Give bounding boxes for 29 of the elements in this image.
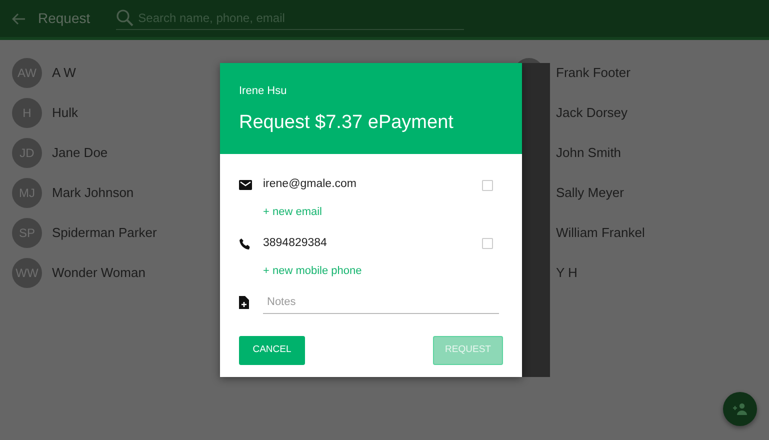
email-icon — [239, 180, 252, 190]
checkbox[interactable] — [482, 238, 493, 249]
contact-name[interactable]: Jane Doe — [52, 143, 108, 163]
contact-name[interactable]: Frank Footer — [556, 63, 630, 83]
contact-name[interactable]: A W — [52, 63, 76, 83]
contact-name[interactable]: Mark Johnson — [52, 183, 134, 203]
checkbox[interactable] — [482, 180, 493, 190]
add-link[interactable]: + new mobile phone — [263, 262, 362, 279]
dialog-title: Request $7.37 ePayment — [239, 110, 454, 134]
contact-name[interactable]: Sally Meyer — [556, 183, 624, 203]
contact-name[interactable]: William Frankel — [556, 223, 645, 243]
phone-icon — [239, 238, 251, 250]
search-icon — [116, 9, 134, 27]
add-link[interactable]: + new email — [263, 204, 322, 220]
phone-number: 3894829384 — [263, 236, 328, 251]
contact-name[interactable]: John Smith — [556, 143, 622, 163]
note-add-icon — [239, 296, 249, 310]
add-contact-button[interactable] — [723, 392, 757, 426]
contact-name[interactable]: Wonder Woman — [52, 263, 146, 283]
contact-name: Irene Hsu — [239, 84, 288, 99]
contact-name[interactable]: Jack Dorsey — [556, 103, 628, 123]
back-icon[interactable] — [12, 12, 26, 24]
contact-name[interactable]: Y H — [556, 263, 578, 283]
email-address: irene@gmale.com — [263, 177, 358, 192]
contact-name[interactable]: Hulk — [52, 103, 78, 123]
cancel-button[interactable]: CANCEL — [239, 336, 305, 364]
toolbar-title: Request — [38, 9, 90, 28]
add-person-icon — [732, 403, 748, 415]
contact-name[interactable]: Spiderman Parker — [52, 223, 157, 243]
